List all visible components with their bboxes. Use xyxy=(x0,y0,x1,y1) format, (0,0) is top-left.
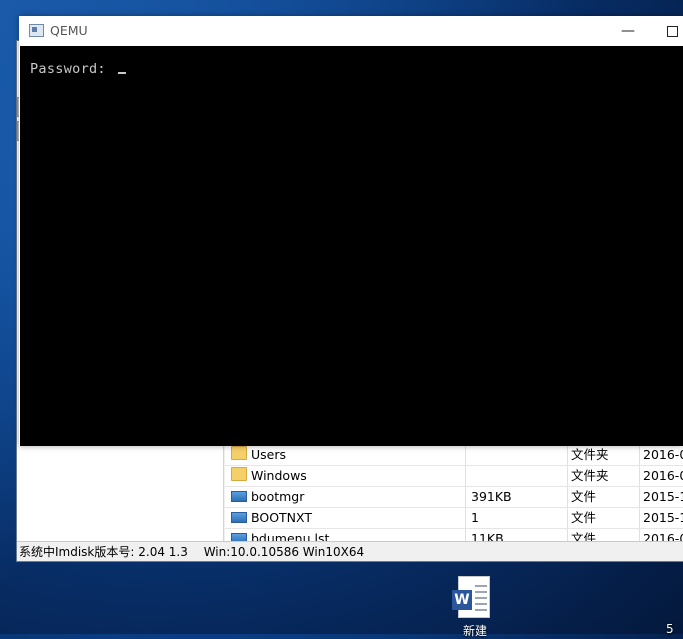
file-list: Users 文件夹 2016-07 Windows 文件夹 2016-07 bo… xyxy=(225,445,683,541)
maximize-button[interactable] xyxy=(655,16,683,46)
file-name: bdumenu.lst xyxy=(251,531,330,541)
file-type: 文件 xyxy=(567,487,640,507)
file-size xyxy=(467,466,568,486)
qemu-window: QEMU — Password: xyxy=(19,16,683,446)
file-type: 文件夹 xyxy=(567,466,640,486)
file-size xyxy=(467,445,568,465)
imdisk-version-text: 系统中Imdisk版本号: 2.04 1.3 xyxy=(19,545,188,559)
file-type: 文件 xyxy=(567,529,640,541)
folder-icon xyxy=(231,446,247,460)
word-icon: W xyxy=(452,590,472,610)
file-size: 11KB xyxy=(467,529,568,541)
system-file-icon xyxy=(231,512,247,523)
password-prompt: Password: xyxy=(30,61,127,77)
file-name: BOOTNXT xyxy=(251,510,312,525)
file-date: 2016-07 xyxy=(643,447,683,462)
vm-console-screen[interactable]: Password: xyxy=(20,46,683,446)
system-file-icon xyxy=(231,533,247,541)
qemu-app-icon[interactable] xyxy=(29,24,44,37)
table-row[interactable]: bdumenu.lst 11KB 文件 2016-07 xyxy=(225,529,683,541)
prompt-text: Password: xyxy=(30,61,115,77)
file-date: 2015-10 xyxy=(643,489,683,504)
desktop-icon-label: 新建 xyxy=(462,624,487,638)
window-title: QEMU xyxy=(50,23,88,38)
table-row[interactable]: Users 文件夹 2016-07 xyxy=(225,445,683,466)
status-bar: 系统中Imdisk版本号: 2.04 1.3 Win:10.0.10586 Wi… xyxy=(17,541,683,561)
table-row[interactable]: Windows 文件夹 2016-07 xyxy=(225,466,683,487)
text-cursor xyxy=(118,72,127,74)
file-type: 文件 xyxy=(567,508,640,528)
file-date: 2016-07 xyxy=(643,468,683,483)
qemu-titlebar[interactable]: QEMU — xyxy=(19,16,683,46)
file-name: Windows xyxy=(251,468,307,483)
folder-icon xyxy=(231,467,247,481)
minimize-button[interactable]: — xyxy=(611,16,645,46)
table-row[interactable]: bootmgr 391KB 文件 2015-10 xyxy=(225,487,683,508)
file-name: Users xyxy=(251,447,287,462)
file-name: bootmgr xyxy=(251,489,305,504)
maximize-icon xyxy=(666,25,678,37)
file-date: 2015-10 xyxy=(643,510,683,525)
os-version-text: Win:10.0.10586 Win10X64 xyxy=(203,545,365,559)
file-type: 文件夹 xyxy=(567,445,640,465)
system-file-icon xyxy=(231,491,247,502)
file-date: 2016-07 xyxy=(643,531,683,541)
file-size: 1 xyxy=(467,508,568,528)
file-size: 391KB xyxy=(467,487,568,507)
desktop-word-document-icon[interactable]: W 新建 xyxy=(448,574,502,638)
table-row[interactable]: BOOTNXT 1 文件 2015-10 xyxy=(225,508,683,529)
